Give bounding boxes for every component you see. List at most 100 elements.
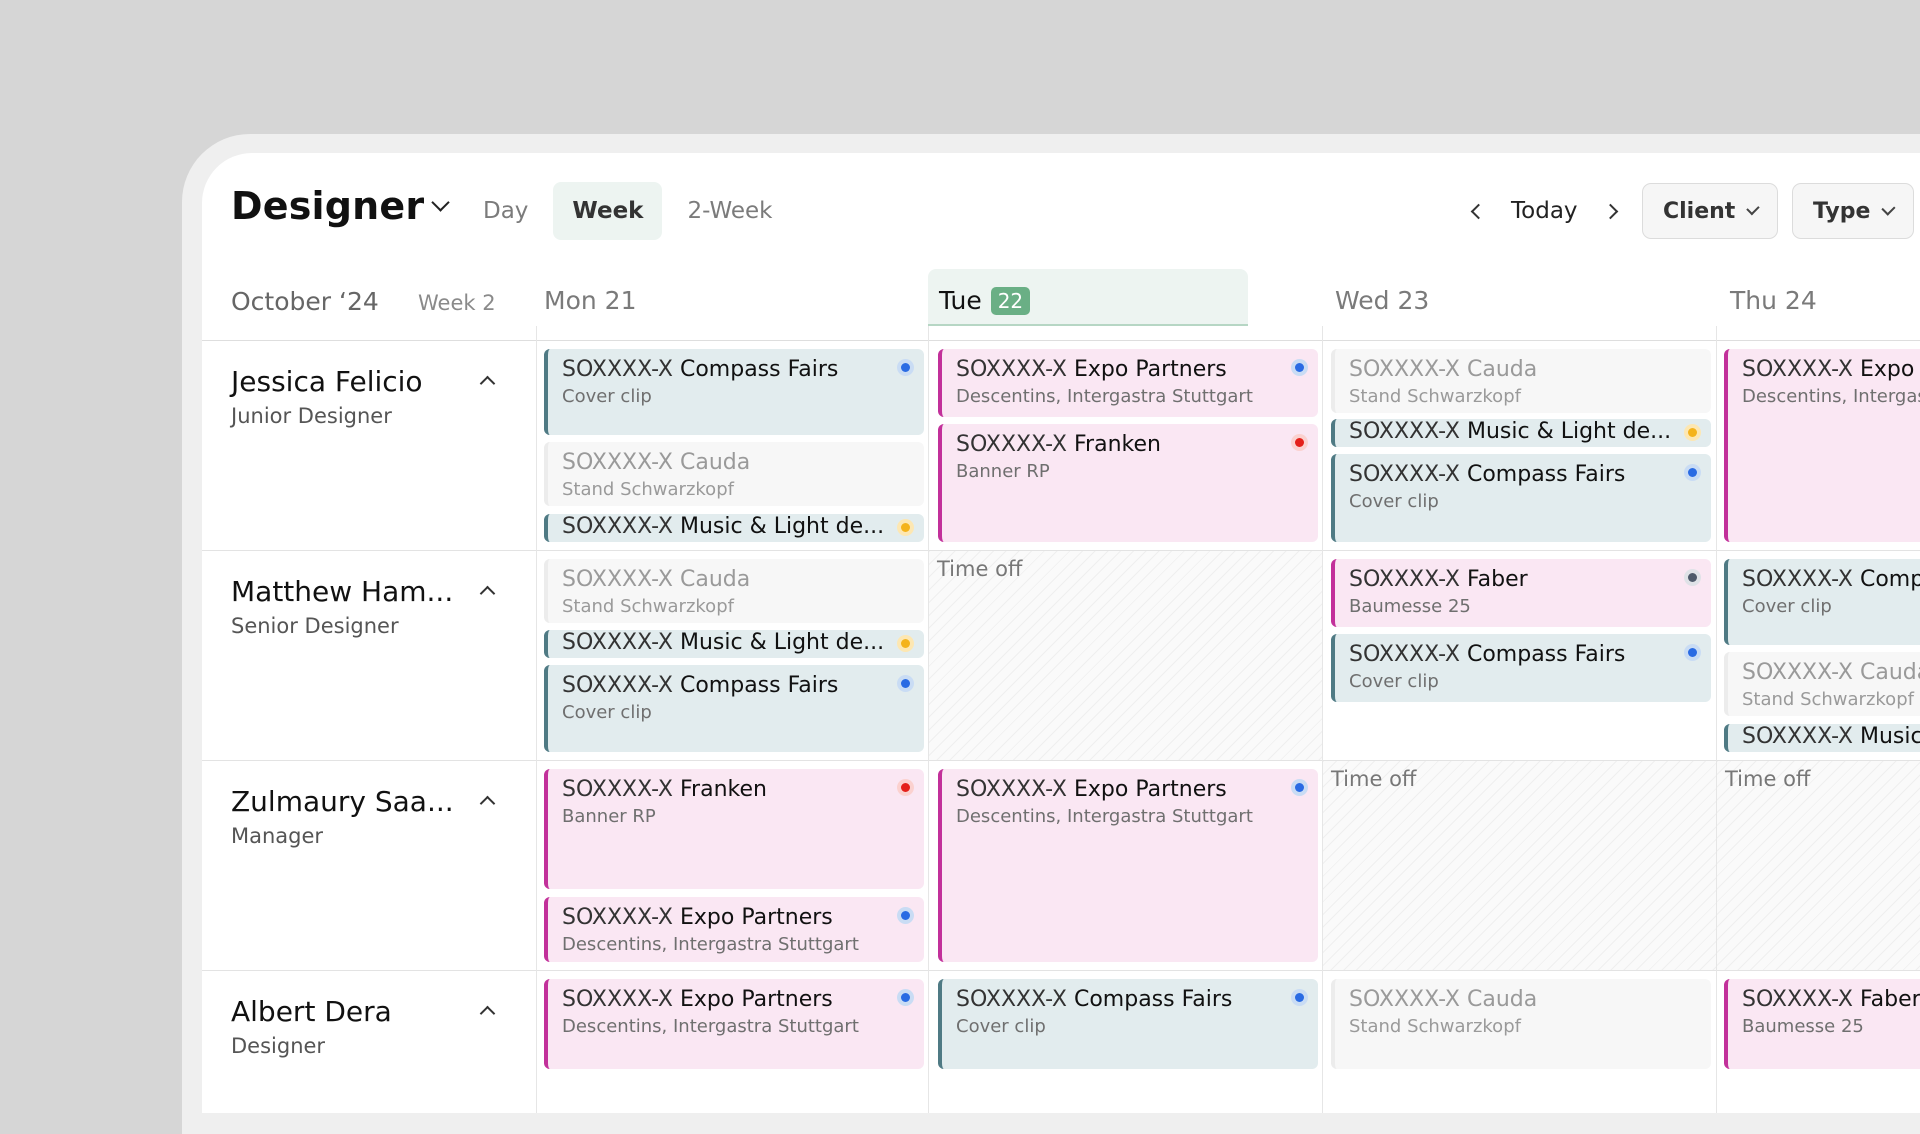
- event-code: SOXXXX-X: [562, 777, 673, 802]
- month-label: October ‘24: [231, 287, 379, 316]
- event-card[interactable]: SOXXXX-X Compass Fairs Cover clip: [544, 665, 924, 752]
- event-card[interactable]: SOXXXX-X Cauda Stand Schwarzkopf: [1724, 652, 1920, 716]
- time-off-label: Time off: [937, 557, 1023, 581]
- event-code: SOXXXX-X: [1742, 724, 1853, 749]
- tab-2-week[interactable]: 2-Week: [668, 182, 791, 240]
- person-role: Designer: [231, 1034, 326, 1058]
- event-name: Cauda: [1466, 987, 1538, 1012]
- event-card[interactable]: SOXXXX-X Comp Cover clip: [1724, 559, 1920, 645]
- status-dot-icon: [1688, 573, 1697, 582]
- status-dot-icon: [901, 993, 910, 1002]
- event-code: SOXXXX-X: [1349, 642, 1460, 667]
- event-name: Cauda: [679, 567, 751, 592]
- day-header-tue: Tue 22: [939, 286, 1031, 315]
- chevron-up-icon[interactable]: [474, 577, 500, 603]
- event-name: Compass Fairs: [679, 357, 839, 382]
- event-card[interactable]: SOXXXX-X Compass Fairs Cover clip: [938, 979, 1318, 1069]
- event-name: Franken: [679, 777, 767, 802]
- event-card[interactable]: SOXXXX-X Cauda Stand Schwarzkopf: [544, 442, 924, 506]
- tab-week[interactable]: Week: [553, 182, 663, 240]
- event-card[interactable]: SOXXXX-X Compass Fairs Cover clip: [1331, 634, 1711, 702]
- event-code: SOXXXX-X: [1349, 987, 1460, 1012]
- event-card[interactable]: SOXXXX-X Music & Light de...: [544, 514, 924, 542]
- event-subtitle: Baumesse 25: [1742, 1016, 1864, 1037]
- time-off-block: Time off: [1323, 761, 1716, 970]
- status-dot-icon: [1688, 648, 1697, 657]
- event-card[interactable]: SOXXXX-X Music & Light de...: [544, 630, 924, 658]
- event-card[interactable]: SOXXXX-X Music: [1724, 724, 1920, 752]
- event-code: SOXXXX-X: [956, 987, 1067, 1012]
- person-role: Manager: [231, 824, 324, 848]
- person-row-header: Jessica Felicio Junior Designer: [231, 365, 491, 428]
- person-name: Zulmaury Saa...: [231, 785, 454, 818]
- event-card[interactable]: SOXXXX-X Cauda Stand Schwarzkopf: [1331, 349, 1711, 413]
- chevron-right-icon[interactable]: [1600, 191, 1622, 231]
- client-filter-label: Client: [1663, 198, 1736, 224]
- event-name: Expo Partners: [1073, 777, 1227, 802]
- event-name: Cauda: [1466, 357, 1538, 382]
- event-code: SOXXXX-X: [562, 450, 673, 475]
- event-card[interactable]: SOXXXX-X Expo Partners Descentins, Inter…: [544, 979, 924, 1069]
- event-card[interactable]: SOXXXX-X Faber Baumesse 25: [1724, 979, 1920, 1069]
- client-filter[interactable]: Client: [1642, 183, 1778, 239]
- event-card[interactable]: SOXXXX-X Music & Light de...: [1331, 419, 1711, 447]
- event-card[interactable]: SOXXXX-X Compass Fairs Cover clip: [1331, 454, 1711, 542]
- event-card[interactable]: SOXXXX-X Cauda Stand Schwarzkopf: [1331, 979, 1711, 1069]
- event-code: SOXXXX-X: [1349, 567, 1460, 592]
- event-code: SOXXXX-X: [562, 567, 673, 592]
- today-button[interactable]: Today: [1511, 198, 1578, 224]
- event-subtitle: Descentins, Intergastra: [1742, 386, 1920, 407]
- chevron-up-icon[interactable]: [474, 787, 500, 813]
- person-name: Matthew Ham...: [231, 575, 454, 608]
- event-subtitle: Descentins, Intergastra Stuttgart: [956, 386, 1253, 407]
- day-header-wed: Wed 23: [1335, 286, 1429, 315]
- time-off-label: Time off: [1331, 767, 1417, 791]
- status-dot-icon: [901, 639, 910, 648]
- event-name: Music & Light de...: [679, 514, 885, 539]
- event-name: Music: [1859, 724, 1920, 749]
- event-card[interactable]: SOXXXX-X Expo Partners Descentins, Inter…: [938, 349, 1318, 417]
- time-off-block: Time off: [1717, 761, 1920, 970]
- person-name: Jessica Felicio: [231, 365, 423, 398]
- day-label: Wed 23: [1335, 286, 1430, 315]
- status-dot-icon: [1295, 363, 1304, 372]
- event-subtitle: Banner RP: [562, 806, 656, 827]
- event-code: SOXXXX-X: [1742, 357, 1853, 382]
- chevron-up-icon[interactable]: [474, 997, 500, 1023]
- app-window: Designer Day Week 2-Week Today Client Ty…: [202, 153, 1920, 1113]
- type-filter[interactable]: Type: [1792, 183, 1914, 239]
- team-selector[interactable]: Designer: [231, 184, 451, 228]
- event-code: SOXXXX-X: [1349, 357, 1460, 382]
- person-row-header: Matthew Ham... Senior Designer: [231, 575, 491, 638]
- event-code: SOXXXX-X: [1742, 660, 1853, 685]
- event-name: Compass Fairs: [1073, 987, 1233, 1012]
- person-row-header: Albert Dera Designer: [231, 995, 491, 1058]
- event-name: Faber: [1859, 987, 1920, 1012]
- chevron-down-icon: [1746, 201, 1760, 215]
- event-card[interactable]: SOXXXX-X Franken Banner RP: [938, 424, 1318, 542]
- event-card[interactable]: SOXXXX-X Expo Partners Descentins, Inter…: [544, 897, 924, 962]
- event-card[interactable]: SOXXXX-X Franken Banner RP: [544, 769, 924, 889]
- event-subtitle: Descentins, Intergastra Stuttgart: [562, 934, 859, 955]
- event-subtitle: Cover clip: [1742, 596, 1832, 617]
- event-card[interactable]: SOXXXX-X Cauda Stand Schwarzkopf: [544, 559, 924, 623]
- header-divider: [202, 340, 1920, 341]
- tab-day[interactable]: Day: [464, 182, 547, 240]
- chevron-left-icon[interactable]: [1467, 191, 1489, 231]
- event-subtitle: Cover clip: [956, 1016, 1046, 1037]
- chevron-down-icon: [431, 192, 451, 212]
- event-card[interactable]: SOXXXX-X Faber Baumesse 25: [1331, 559, 1711, 627]
- event-card[interactable]: SOXXXX-X Expo Partners Descentins, Inter…: [938, 769, 1318, 962]
- event-card[interactable]: SOXXXX-X Compass Fairs Cover clip: [544, 349, 924, 435]
- chevron-up-icon[interactable]: [474, 367, 500, 393]
- event-code: SOXXXX-X: [1349, 419, 1460, 444]
- event-code: SOXXXX-X: [562, 357, 673, 382]
- day-label: Tue: [939, 286, 982, 315]
- day-label: Mon 21: [544, 286, 637, 315]
- view-tabs: Day Week 2-Week: [464, 182, 791, 240]
- event-code: SOXXXX-X: [562, 987, 673, 1012]
- type-filter-label: Type: [1813, 198, 1871, 224]
- day-header-thu: Thu 24: [1730, 286, 1817, 315]
- event-card[interactable]: SOXXXX-X Expo Descentins, Intergastra: [1724, 349, 1920, 542]
- status-dot-icon: [1295, 993, 1304, 1002]
